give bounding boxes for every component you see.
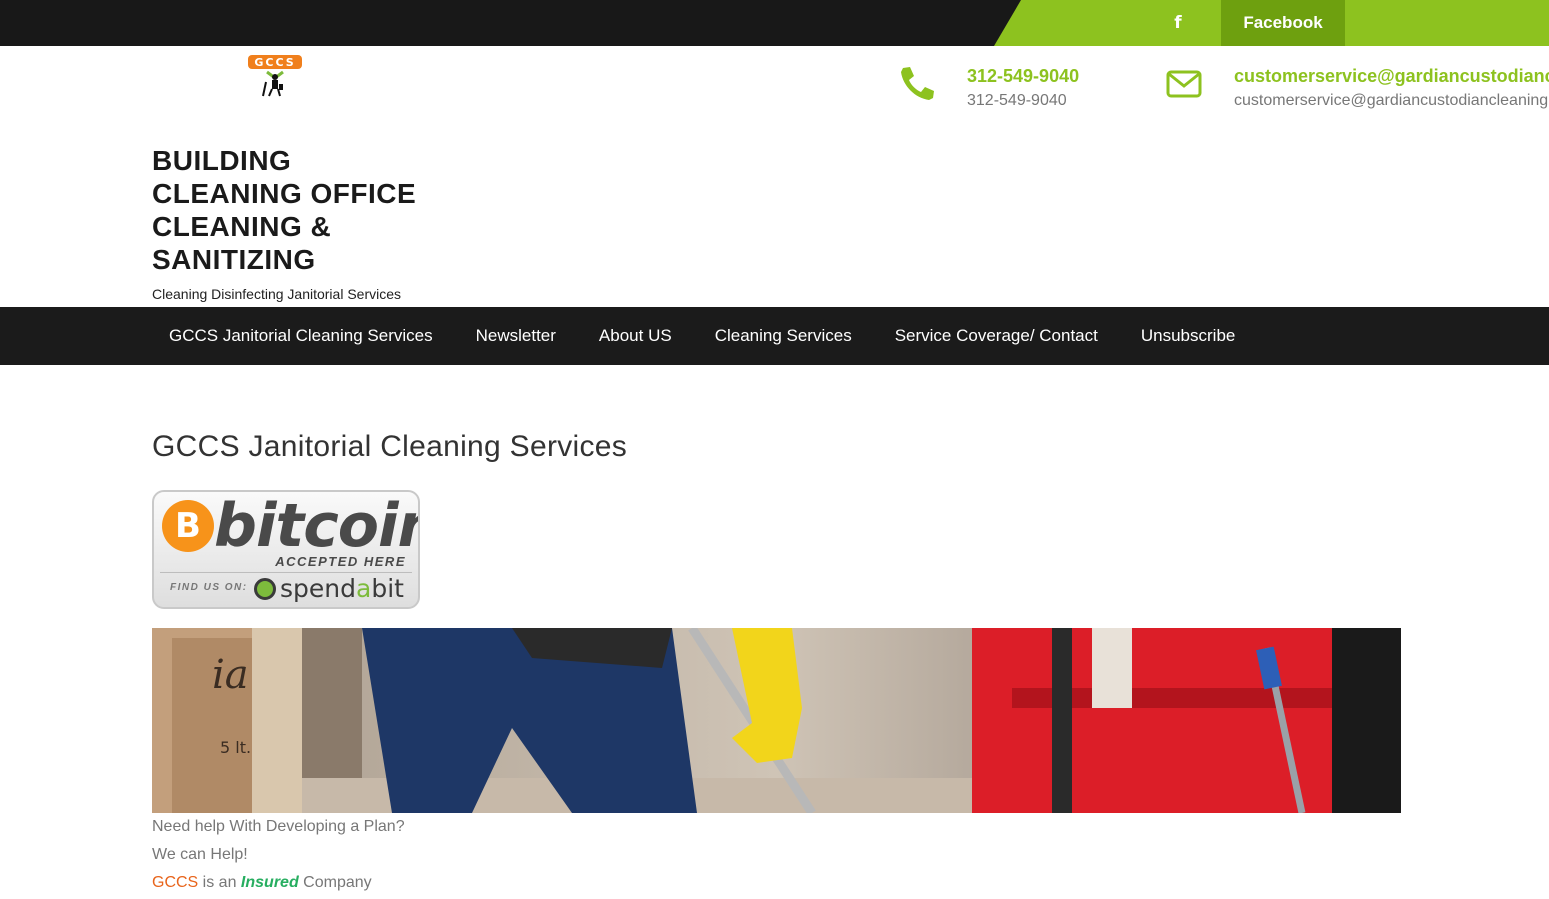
logo-text: GCCS xyxy=(254,56,295,69)
email-subtitle: customerservice@gardiancustodiancleaning… xyxy=(1234,92,1549,109)
page-title: GCCS Janitorial Cleaning Services xyxy=(152,430,628,463)
phone-icon xyxy=(897,64,937,104)
main-navigation: GCCS Janitorial Cleaning Services Newsle… xyxy=(0,307,1549,365)
badge-divider xyxy=(160,572,412,573)
bitcoin-accepted-badge[interactable]: B bitcoin ACCEPTED HERE FIND US ON: spen… xyxy=(152,490,420,609)
nav-item-about[interactable]: About US xyxy=(582,326,689,346)
site-tagline: Cleaning Disinfecting Janitorial Service… xyxy=(152,286,402,302)
bitcoin-word: bitcoin xyxy=(214,491,420,561)
svg-text:5 lt.: 5 lt. xyxy=(220,738,251,757)
facebook-icon[interactable]: f xyxy=(1162,0,1194,46)
nav-item-cleaning-services[interactable]: Cleaning Services xyxy=(698,326,869,346)
phone-number-title[interactable]: 312-549-9040 xyxy=(967,66,1079,87)
insured-word: Insured xyxy=(240,874,299,891)
hero-image: ia 5 lt. xyxy=(152,628,1401,813)
we-can-help-text: We can Help! xyxy=(152,846,248,863)
site-logo[interactable]: GCCS xyxy=(247,54,303,98)
spendabit-logo: spendabit xyxy=(280,574,404,603)
spendabit-pre: spend xyxy=(280,574,356,603)
spendabit-a: a xyxy=(356,574,372,603)
spendabit-post: bit xyxy=(371,574,404,603)
site-title[interactable]: BUILDING CLEANING OFFICE CLEANING & SANI… xyxy=(152,144,422,276)
phone-number-subtitle: 312-549-9040 xyxy=(967,92,1067,109)
email-title[interactable]: customerservice@gardiancustodiancleaning… xyxy=(1234,66,1549,87)
plan-help-text: Need help With Developing a Plan? xyxy=(152,818,405,835)
svg-text:ia: ia xyxy=(212,652,249,698)
spendabit-icon xyxy=(254,578,276,600)
nav-item-newsletter[interactable]: Newsletter xyxy=(459,326,573,346)
nav-item-unsubscribe[interactable]: Unsubscribe xyxy=(1124,326,1253,346)
facebook-link[interactable]: Facebook xyxy=(1221,0,1345,46)
brand-name: GCCS xyxy=(152,874,199,891)
insured-end: Company xyxy=(298,874,372,891)
top-bar: f Facebook xyxy=(0,0,1549,46)
find-us-text: FIND US ON: xyxy=(170,582,248,593)
insured-mid: is an xyxy=(198,874,241,891)
nav-item-service-coverage[interactable]: Service Coverage/ Contact xyxy=(878,326,1115,346)
nav-item-home[interactable]: GCCS Janitorial Cleaning Services xyxy=(152,326,450,346)
insured-company-text: GCCS is an Insured Company xyxy=(152,874,372,892)
envelope-icon xyxy=(1166,70,1202,98)
bitcoin-icon: B xyxy=(162,500,214,552)
bitcoin-accepted-text: ACCEPTED HERE xyxy=(275,554,406,569)
